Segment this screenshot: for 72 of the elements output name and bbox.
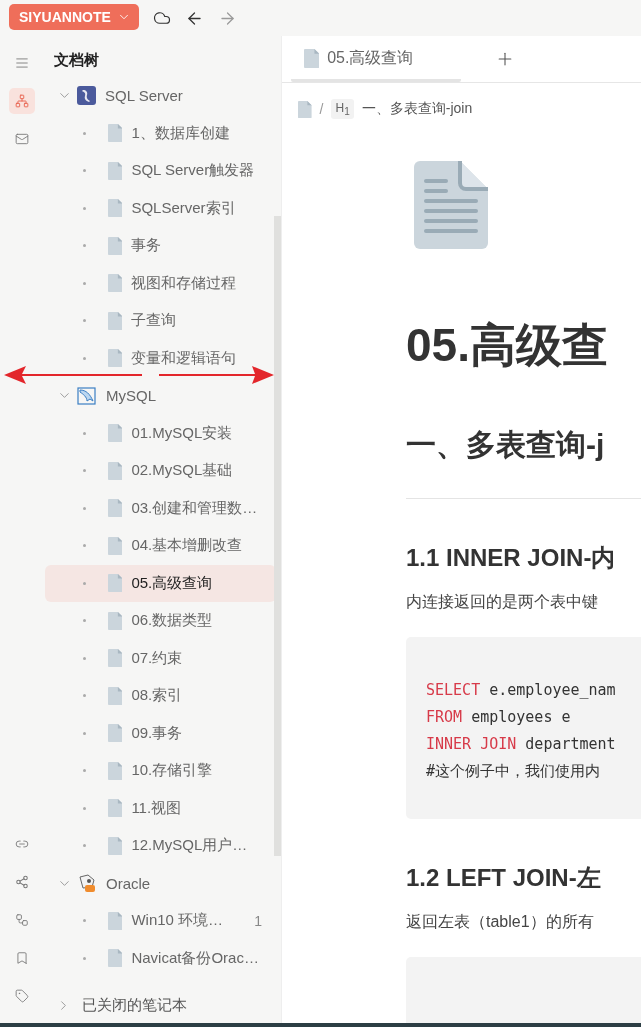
document-item[interactable]: 04.基本增删改查 <box>45 527 276 565</box>
notebook-item[interactable]: MySQL <box>45 377 276 415</box>
paragraph: 返回左表（table1）的所有 <box>406 912 595 933</box>
document-item[interactable]: Navicat备份Orac… <box>45 939 276 977</box>
heading: 一、多表查询-j <box>406 427 606 464</box>
document-title: 05.高级查 <box>406 318 609 374</box>
document-icon <box>108 499 123 518</box>
document-item[interactable]: 10.存储引擎 <box>45 752 276 790</box>
document-icon <box>108 574 123 593</box>
document-item[interactable]: 事务 <box>45 227 276 265</box>
document-icon <box>108 236 123 255</box>
document-item[interactable]: 12.MySQL用户… <box>45 827 276 865</box>
dolphin-icon <box>77 386 97 405</box>
panel-title: 文档树 <box>53 50 100 70</box>
document-icon <box>108 349 123 368</box>
document-item[interactable]: 07.约束 <box>45 639 276 677</box>
document-item[interactable]: 05.高级查询 <box>45 564 276 602</box>
document-icon <box>108 724 123 743</box>
document-item[interactable]: 08.索引 <box>45 677 276 715</box>
document-item[interactable]: SQL Server触发器 <box>45 152 276 190</box>
notebook-icon <box>77 873 97 893</box>
document-item[interactable]: 06.数据类型 <box>45 602 276 640</box>
document-icon <box>108 274 123 293</box>
code-line: #这个例子中，我们使用内 <box>426 761 602 783</box>
count: 1 <box>254 912 262 929</box>
notebook-item[interactable]: Oracle <box>45 864 276 902</box>
document-icon <box>108 424 123 443</box>
document-item[interactable]: Win10 环境… 1 <box>45 902 276 940</box>
tree-icon[interactable] <box>9 88 35 114</box>
breadcrumb-document-icon <box>298 100 312 118</box>
document-icon <box>108 836 123 855</box>
workspace-button[interactable]: SIYUANNOTE <box>9 3 139 30</box>
document-item[interactable]: 1、数据库创建 <box>45 114 276 152</box>
document-icon <box>108 199 123 218</box>
document-icon <box>108 311 123 330</box>
document-icon <box>304 49 320 68</box>
document-icon <box>108 536 123 555</box>
document-item[interactable]: 03.创建和管理数… <box>45 489 276 527</box>
document-icon <box>108 461 123 480</box>
document-icon <box>108 649 123 668</box>
document-item[interactable]: 01.MySQL安装 <box>45 414 276 452</box>
code-line: INNER JOIN department <box>426 734 617 756</box>
document-icon <box>108 686 123 705</box>
cloud-icon[interactable] <box>152 9 171 27</box>
document-icon <box>108 611 123 630</box>
separator: / <box>319 101 324 118</box>
document-icon <box>108 911 123 930</box>
subheading: 1.2 LEFT JOIN-左 <box>406 863 602 894</box>
document-item[interactable]: 02.MySQL基础 <box>45 452 276 490</box>
document-item[interactable]: 09.事务 <box>45 714 276 752</box>
document-item[interactable]: SQLServer索引 <box>45 189 276 227</box>
document-item[interactable]: 视图和存储过程 <box>45 264 276 302</box>
heading-tag[interactable]: H$_{1}$ <box>331 99 354 120</box>
notebook-icon <box>77 86 96 106</box>
document-icon <box>108 161 123 180</box>
paragraph: 内连接返回的是两个表中键 <box>406 592 599 613</box>
subheading: 1.1 INNER JOIN-内 <box>406 543 617 574</box>
document-icon <box>108 949 123 968</box>
document-item[interactable]: 子查询 <box>45 302 276 340</box>
document-icon <box>108 124 123 143</box>
code-line: SELECT e.employee_nam <box>426 680 617 702</box>
notebook-item[interactable]: SQL Server <box>45 77 276 115</box>
closed-notebooks-item[interactable]: 已关闭的笔记本 <box>44 987 281 1023</box>
code-line: FROM employees e <box>426 707 572 729</box>
document-icon <box>108 761 123 780</box>
document-item[interactable]: 变量和逻辑语句 <box>45 339 276 377</box>
document-tab[interactable]: 05.高级查询 <box>291 38 461 82</box>
document-icon <box>108 799 123 818</box>
document-icon <box>414 161 488 250</box>
document-item[interactable]: 11.视图 <box>45 789 276 827</box>
breadcrumb-item[interactable]: 一、多表查询-join <box>361 100 473 119</box>
scrollbar[interactable] <box>274 216 281 856</box>
